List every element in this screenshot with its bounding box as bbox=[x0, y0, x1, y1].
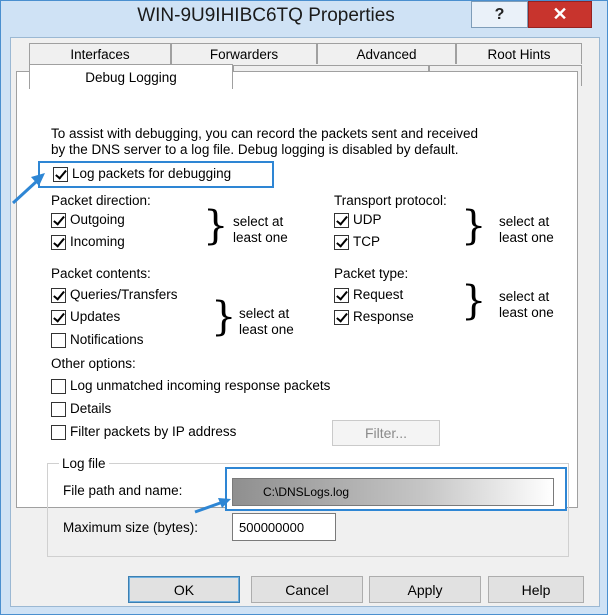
notifications-label: Notifications bbox=[70, 332, 144, 347]
outgoing-checkbox[interactable] bbox=[51, 213, 66, 228]
help-button[interactable]: Help bbox=[488, 576, 584, 603]
filter-button[interactable]: Filter... bbox=[332, 420, 440, 446]
udp-checkbox[interactable] bbox=[334, 213, 349, 228]
other-options-heading: Other options: bbox=[51, 356, 136, 371]
direction-note-1: select at bbox=[233, 214, 284, 229]
updates-checkbox[interactable] bbox=[51, 310, 66, 325]
incoming-checkbox[interactable] bbox=[51, 235, 66, 250]
brace-transport: } bbox=[461, 203, 487, 249]
packet-type-heading: Packet type: bbox=[334, 266, 409, 281]
window-title: WIN-9U9IHIBC6TQ Properties bbox=[137, 5, 395, 26]
file-path-label: File path and name: bbox=[63, 483, 183, 498]
response-checkbox[interactable] bbox=[334, 310, 349, 325]
tab-root-hints[interactable]: Root Hints bbox=[456, 43, 582, 64]
file-path-value: C:\DNSLogs.log bbox=[263, 485, 350, 499]
intro-line-1: To assist with debugging, you can record… bbox=[51, 126, 479, 141]
queries-label: Queries/Transfers bbox=[70, 287, 178, 302]
tab-advanced[interactable]: Advanced bbox=[317, 43, 456, 64]
brace-type: } bbox=[461, 278, 487, 324]
response-label: Response bbox=[353, 309, 414, 324]
transport-heading: Transport protocol: bbox=[334, 193, 447, 208]
title-help-button[interactable]: ? bbox=[471, 1, 528, 28]
outgoing-label: Outgoing bbox=[70, 212, 125, 227]
highlight-arrow-1 bbox=[11, 173, 45, 205]
type-note-1: select at bbox=[499, 289, 550, 304]
file-path-input[interactable]: C:\DNSLogs.log bbox=[232, 478, 554, 506]
direction-note-2: least one bbox=[233, 230, 288, 245]
tab-debug-logging[interactable]: Debug Logging bbox=[29, 64, 233, 89]
filter-by-ip-label: Filter packets by IP address bbox=[70, 424, 237, 439]
max-size-input[interactable]: 500000000 bbox=[232, 513, 336, 541]
tcp-checkbox[interactable] bbox=[334, 235, 349, 250]
transport-note-2: least one bbox=[499, 230, 554, 245]
log-packets-checkbox[interactable] bbox=[53, 167, 68, 182]
log-unmatched-label: Log unmatched incoming response packets bbox=[70, 378, 331, 393]
intro-line-2: by the DNS server to a log file. Debug l… bbox=[51, 142, 459, 157]
cancel-button[interactable]: Cancel bbox=[251, 576, 363, 603]
title-close-button[interactable]: ✕ bbox=[528, 1, 592, 28]
log-file-heading: Log file bbox=[59, 456, 109, 471]
highlight-arrow-2 bbox=[194, 498, 231, 514]
details-label: Details bbox=[70, 401, 112, 416]
log-unmatched-checkbox[interactable] bbox=[51, 379, 66, 394]
tab-interfaces[interactable]: Interfaces bbox=[29, 43, 171, 64]
incoming-label: Incoming bbox=[70, 234, 125, 249]
tab-forwarders[interactable]: Forwarders bbox=[171, 43, 317, 64]
brace-direction: } bbox=[203, 203, 229, 249]
max-size-value: 500000000 bbox=[239, 520, 305, 535]
type-note-2: least one bbox=[499, 305, 554, 320]
udp-label: UDP bbox=[353, 212, 382, 227]
packet-direction-heading: Packet direction: bbox=[51, 193, 151, 208]
request-label: Request bbox=[353, 287, 404, 302]
ok-button[interactable]: OK bbox=[128, 576, 240, 603]
request-checkbox[interactable] bbox=[334, 288, 349, 303]
contents-note-1: select at bbox=[239, 306, 290, 321]
updates-label: Updates bbox=[70, 309, 121, 324]
tcp-label: TCP bbox=[353, 234, 380, 249]
filter-by-ip-checkbox[interactable] bbox=[51, 425, 66, 440]
queries-checkbox[interactable] bbox=[51, 288, 66, 303]
log-packets-label: Log packets for debugging bbox=[72, 166, 232, 181]
properties-window: WIN-9U9IHIBC6TQ Properties ? ✕ Interface… bbox=[0, 0, 608, 615]
max-size-label: Maximum size (bytes): bbox=[63, 520, 199, 535]
notifications-checkbox[interactable] bbox=[51, 333, 66, 348]
brace-contents: } bbox=[211, 294, 237, 340]
apply-button[interactable]: Apply bbox=[369, 576, 481, 603]
packet-contents-heading: Packet contents: bbox=[51, 266, 151, 281]
contents-note-2: least one bbox=[239, 322, 294, 337]
details-checkbox[interactable] bbox=[51, 402, 66, 417]
transport-note-1: select at bbox=[499, 214, 550, 229]
